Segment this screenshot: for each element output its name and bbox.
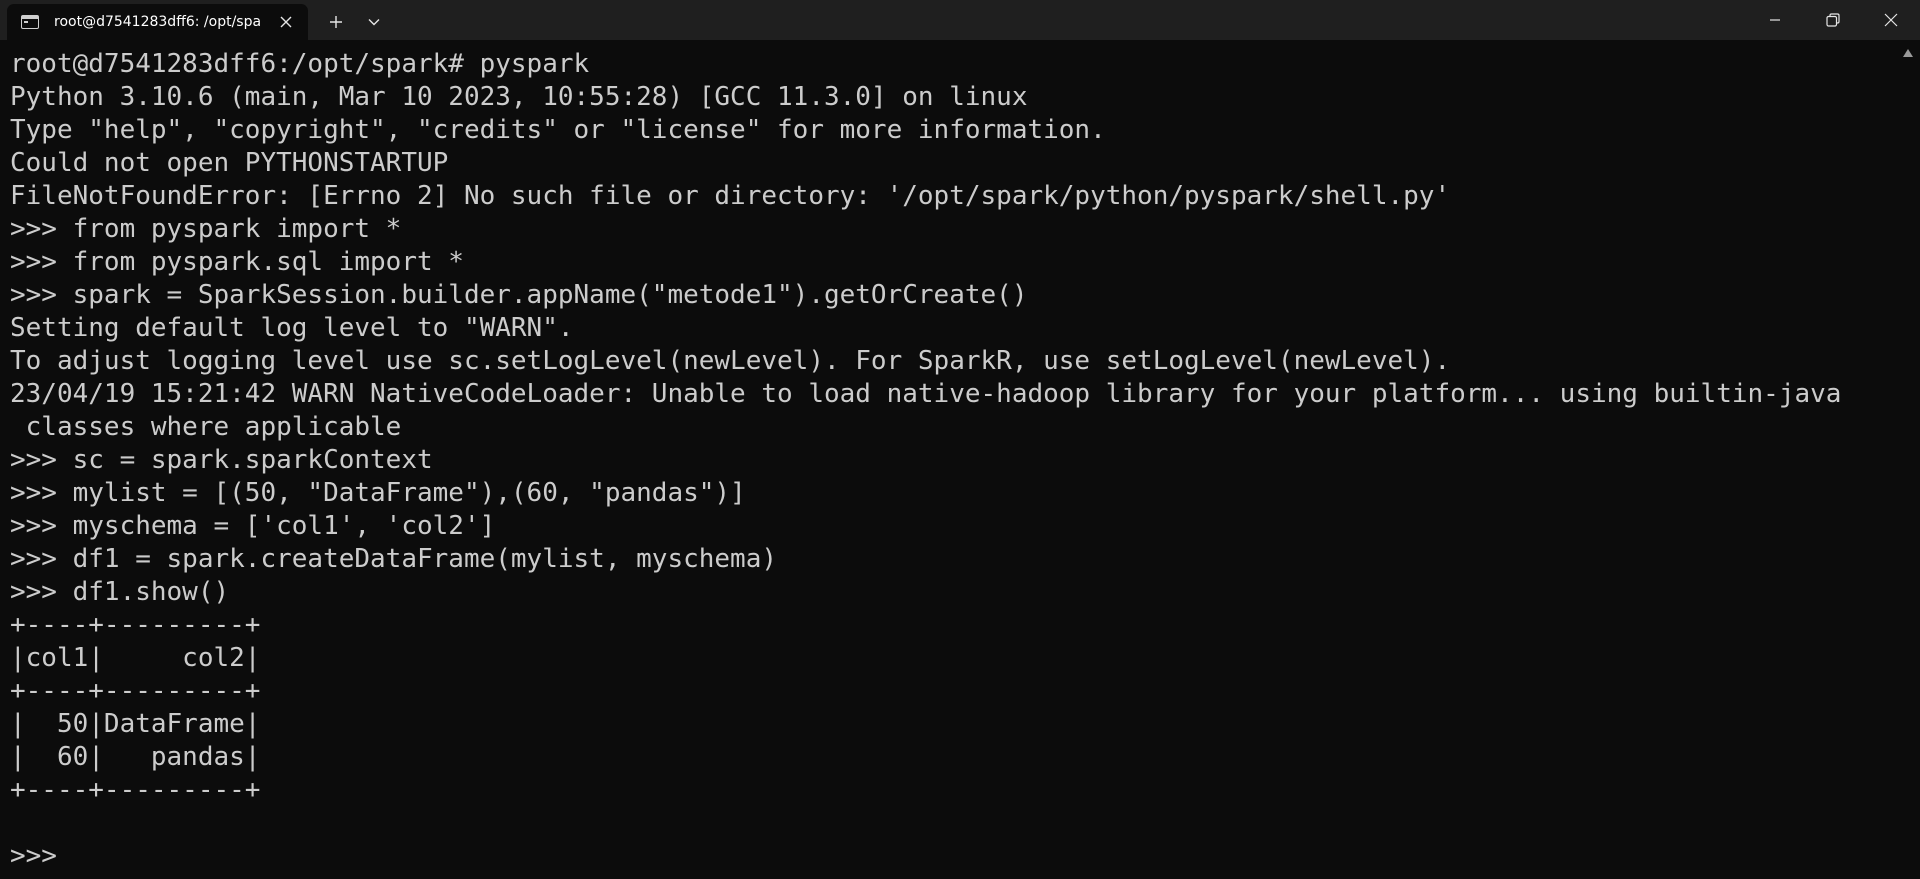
plus-icon: [330, 16, 342, 28]
terminal-line: | 50|DataFrame|: [10, 709, 261, 739]
close-window-button[interactable]: [1862, 0, 1920, 40]
terminal-line: >>>: [10, 841, 73, 871]
terminal-line: >>> df1.show(): [10, 577, 230, 607]
terminal-icon: [21, 15, 39, 29]
terminal-line: >>> mylist = [(50, "DataFrame"),(60, "pa…: [10, 478, 746, 508]
terminal-line: classes where applicable: [10, 412, 402, 442]
terminal-line: 23/04/19 15:21:42 WARN NativeCodeLoader:…: [10, 379, 1842, 409]
arrow-up-icon[interactable]: [1902, 48, 1914, 58]
terminal-line: >>> from pyspark.sql import *: [10, 247, 464, 277]
terminal-line: Setting default log level to "WARN".: [10, 313, 574, 343]
scrollbar[interactable]: [1898, 40, 1920, 879]
terminal-line: >>> spark = SparkSession.builder.appName…: [10, 280, 1028, 310]
terminal-line: root@d7541283dff6:/opt/spark# pyspark: [10, 49, 590, 79]
restore-icon: [1826, 13, 1840, 27]
terminal-line: >>> df1 = spark.createDataFrame(mylist, …: [10, 544, 778, 574]
terminal-line: FileNotFoundError: [Errno 2] No such fil…: [10, 181, 1451, 211]
new-tab-button[interactable]: [322, 8, 350, 36]
terminal-window: root@d7541283dff6: /opt/spa root@d754128…: [0, 0, 1920, 879]
close-icon: [280, 16, 292, 28]
terminal-line: |col1| col2|: [10, 643, 261, 673]
maximize-button[interactable]: [1804, 0, 1862, 40]
terminal-line: | 60| pandas|: [10, 742, 261, 772]
close-icon: [1884, 13, 1898, 27]
terminal-line: >>> sc = spark.sparkContext: [10, 445, 433, 475]
terminal-line: Could not open PYTHONSTARTUP: [10, 148, 449, 178]
terminal-output-area[interactable]: root@d7541283dff6:/opt/spark# pyspark Pyt…: [0, 40, 1920, 879]
window-controls: [1746, 0, 1920, 40]
terminal-text: root@d7541283dff6:/opt/spark# pyspark Pyt…: [10, 48, 1890, 873]
terminal-line: Python 3.10.6 (main, Mar 10 2023, 10:55:…: [10, 82, 1028, 112]
minimize-button[interactable]: [1746, 0, 1804, 40]
minimize-icon: [1770, 19, 1780, 21]
terminal-line: Type "help", "copyright", "credits" or "…: [10, 115, 1106, 145]
close-tab-button[interactable]: [274, 10, 298, 34]
terminal-line: >>> myschema = ['col1', 'col2']: [10, 511, 496, 541]
title-bar: root@d7541283dff6: /opt/spa: [0, 0, 1920, 40]
terminal-line: +----+---------+: [10, 775, 261, 805]
chevron-down-icon: [368, 19, 380, 26]
tab-dropdown-button[interactable]: [360, 8, 388, 36]
terminal-tab[interactable]: root@d7541283dff6: /opt/spa: [7, 4, 308, 40]
terminal-line: +----+---------+: [10, 610, 261, 640]
terminal-line: +----+---------+: [10, 676, 261, 706]
terminal-line: >>> from pyspark import *: [10, 214, 402, 244]
terminal-line: To adjust logging level use sc.setLogLev…: [10, 346, 1451, 376]
tab-title: root@d7541283dff6: /opt/spa: [54, 14, 262, 30]
